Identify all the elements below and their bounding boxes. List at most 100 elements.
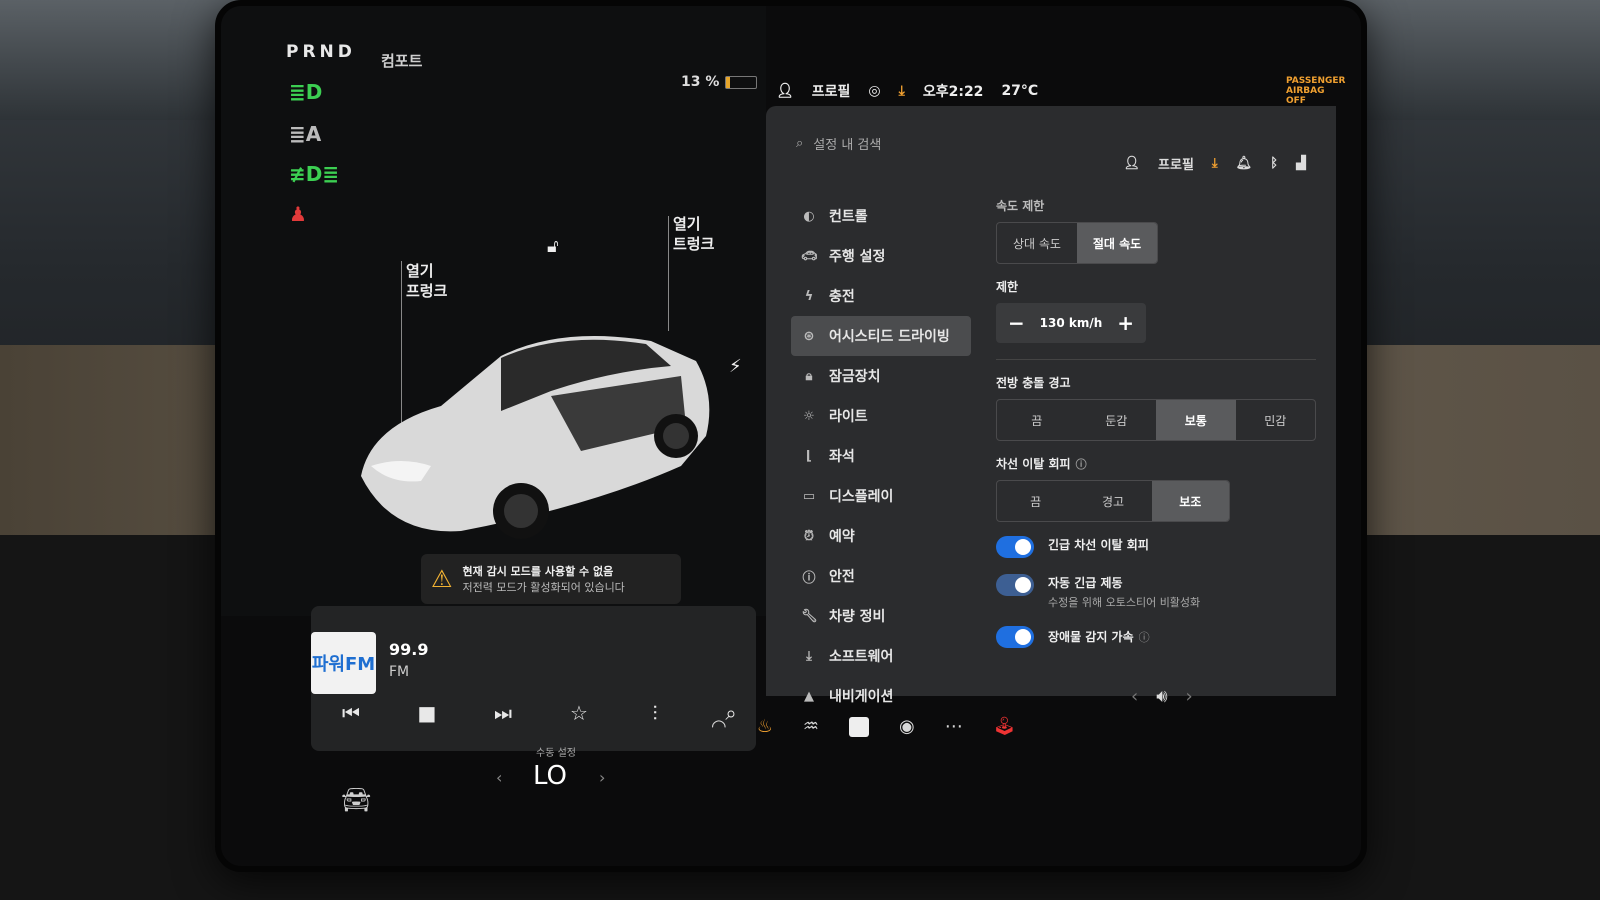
drive-mode[interactable]: 컴포트 bbox=[381, 50, 422, 71]
settings-menu: ◐ 컨트롤 🚗︎ 주행 설정 ϟ 충전 ⊛ 어시스티드 드라이빙 🔒︎ 잠금장치 ☼ 라이트 ⌊ 좌석 ▭ 디… bbox=[791, 196, 971, 716]
bell-icon[interactable]: 🔔︎ bbox=[1236, 156, 1253, 171]
speed-limit-stepper: − 130 km/h + bbox=[996, 303, 1146, 343]
battery-percent: 13 % bbox=[681, 74, 720, 90]
app-icon[interactable] bbox=[849, 716, 869, 737]
settings-menu-label: 라이트 bbox=[829, 409, 868, 425]
fcw-off[interactable]: 끔 bbox=[997, 400, 1077, 440]
fcw-late[interactable]: 둔감 bbox=[1077, 400, 1157, 440]
settings-menu-item[interactable]: ▲ 내비게이션 bbox=[791, 676, 971, 716]
settings-menu-item[interactable]: ☼ 라이트 bbox=[791, 396, 971, 436]
camera-icon[interactable]: ◉ bbox=[899, 716, 915, 737]
settings-panel: ⌕ 설정 내 검색 👤︎ 프로필 ⤓ 🔔︎ ᛒ ▟ ◐ 컨트롤 🚗︎ 주행 설정 ϟ 충전… bbox=[766, 106, 1336, 705]
fcw-early[interactable]: 민감 bbox=[1236, 400, 1316, 440]
charge-port-icon[interactable]: ⚡︎ bbox=[729, 356, 742, 377]
download-icon[interactable]: ⤓ bbox=[1212, 156, 1218, 171]
emergency-lane-toggle[interactable] bbox=[996, 536, 1034, 558]
download-icon: ⤓ bbox=[806, 648, 812, 664]
obstacle-accel-toggle[interactable] bbox=[996, 626, 1034, 648]
settings-menu-item[interactable]: 🚗︎ 주행 설정 bbox=[791, 236, 971, 276]
lane-off[interactable]: 끔 bbox=[997, 481, 1074, 521]
speed-mode-absolute[interactable]: 절대 속도 bbox=[1077, 223, 1157, 263]
wrench-icon: 🔧︎ bbox=[801, 608, 818, 624]
chevron-left-icon[interactable]: ‹ bbox=[496, 768, 502, 787]
sentry-warning: ⚠ 현재 감시 모드를 사용할 수 없음 저전력 모드가 활성화되어 있습니다 bbox=[421, 554, 681, 604]
assisted-driving-content: 속도 제한 상대 속도 절대 속도 제한 − 130 km/h + 전방 충돌 … bbox=[996, 191, 1316, 664]
fcw-medium[interactable]: 보통 bbox=[1156, 400, 1236, 440]
alarm-icon: ⏰︎ bbox=[803, 528, 815, 544]
settings-menu-item[interactable]: ⌊ 좌석 bbox=[791, 436, 971, 476]
sentry-icon[interactable]: ◎ bbox=[868, 83, 880, 99]
settings-menu-label: 어시스티드 드라이빙 bbox=[829, 329, 950, 345]
unlock-icon[interactable]: 🔓︎ bbox=[547, 236, 559, 257]
favorite-star-icon[interactable]: ☆ bbox=[559, 701, 599, 725]
chevron-right-icon[interactable]: › bbox=[599, 768, 605, 787]
equalizer-icon[interactable]: ⫶ bbox=[635, 701, 675, 725]
settings-menu-item[interactable]: 🔒︎ 잠금장치 bbox=[791, 356, 971, 396]
toggle-row-obstacle: 장애물 감지 가속 ⓘ bbox=[996, 626, 1316, 648]
info-icon[interactable]: ⓘ bbox=[1139, 631, 1150, 644]
settings-menu-label: 충전 bbox=[829, 289, 855, 305]
status-bar: 👤︎ 프로필 ◎ ⤓ 오후2:22 27°C PASSENGER AIRBAG … bbox=[766, 76, 1361, 106]
increase-button[interactable]: + bbox=[1117, 311, 1134, 335]
lane-departure-label: 차선 이탈 회피 ⓘ bbox=[996, 455, 1316, 472]
profile-label[interactable]: 프로필 bbox=[812, 81, 851, 101]
trunk-callout-line bbox=[668, 216, 669, 331]
front-defrost-icon[interactable]: ♒︎ bbox=[803, 716, 819, 737]
climate-temperature[interactable]: LO bbox=[533, 761, 567, 791]
lane-warning[interactable]: 경고 bbox=[1074, 481, 1151, 521]
car-icon[interactable]: 🚘︎ bbox=[341, 786, 371, 814]
toggle-icon: ◐ bbox=[803, 208, 815, 224]
next-icon[interactable]: ⏭ bbox=[483, 701, 523, 725]
profile-icon[interactable]: 👤︎ bbox=[1124, 156, 1141, 171]
stop-icon[interactable]: ■ bbox=[407, 701, 447, 725]
search-placeholder: 설정 내 검색 bbox=[813, 138, 882, 153]
settings-menu-item[interactable]: ⓘ 안전 bbox=[791, 556, 971, 596]
media-controls: ⏮ ■ ⏭ ☆ ⫶ ⌕ bbox=[331, 701, 751, 725]
settings-menu-label: 주행 설정 bbox=[829, 249, 886, 265]
chevron-left-icon[interactable]: ‹ bbox=[1131, 686, 1138, 707]
bolt-icon: ϟ bbox=[804, 288, 814, 304]
gear-indicator: PRND bbox=[286, 42, 356, 62]
volume-icon[interactable]: 🔊︎ bbox=[1156, 686, 1167, 707]
previous-icon[interactable]: ⏮ bbox=[331, 701, 371, 725]
settings-menu-item[interactable]: ⤓ 소프트웨어 bbox=[791, 636, 971, 676]
speed-mode-relative[interactable]: 상대 속도 bbox=[997, 223, 1077, 263]
joystick-icon[interactable]: 🕹︎ bbox=[993, 716, 1016, 737]
settings-menu-item[interactable]: ϟ 충전 bbox=[791, 276, 971, 316]
fcw-label: 전방 충돌 경고 bbox=[996, 376, 1071, 390]
settings-menu-label: 예약 bbox=[829, 529, 855, 545]
limit-label: 제한 bbox=[996, 280, 1019, 294]
settings-menu-item[interactable]: ◐ 컨트롤 bbox=[791, 196, 971, 236]
station-band: FM bbox=[389, 664, 410, 680]
settings-menu-label: 디스플레이 bbox=[829, 489, 894, 505]
settings-search[interactable]: ⌕ 설정 내 검색 bbox=[796, 134, 881, 153]
trunk-open-button[interactable]: 열기 트렁크 bbox=[673, 214, 714, 254]
warning-title: 현재 감시 모드를 사용할 수 없음 bbox=[462, 565, 614, 578]
frunk-open-button[interactable]: 열기 프렁크 bbox=[406, 261, 447, 301]
info-icon: ⓘ bbox=[802, 570, 816, 586]
speed-limit-label: 속도 제한 bbox=[996, 199, 1045, 213]
settings-menu-item[interactable]: 🔧︎ 차량 정비 bbox=[791, 596, 971, 636]
airbag-status: PASSENGER AIRBAG OFF bbox=[1286, 76, 1346, 106]
aeb-toggle[interactable] bbox=[996, 574, 1034, 596]
profile-icon[interactable]: 👤︎ bbox=[776, 83, 794, 99]
settings-menu-item[interactable]: ⏰︎ 예약 bbox=[791, 516, 971, 556]
auto-highbeam-icon: ≣A bbox=[289, 122, 322, 146]
toggle-row-aeb: 자동 긴급 제동 수정을 위해 오토스티어 비활성화 bbox=[996, 574, 1316, 610]
settings-menu-item[interactable]: ▭ 디스플레이 bbox=[791, 476, 971, 516]
bluetooth-icon[interactable]: ᛒ bbox=[1270, 156, 1278, 171]
lane-departure-selector: 끔 경고 보조 bbox=[996, 480, 1230, 522]
speed-limit-value: 130 km/h bbox=[1039, 316, 1103, 330]
steering-heat-icon[interactable]: ◠ bbox=[711, 716, 727, 737]
rear-defrost-icon[interactable]: ♨︎ bbox=[757, 716, 773, 737]
decrease-button[interactable]: − bbox=[1008, 311, 1025, 335]
toggle-title: 장애물 감지 가속 bbox=[1048, 630, 1134, 644]
settings-menu-item[interactable]: ⊛ 어시스티드 드라이빙 bbox=[791, 316, 971, 356]
speed-mode-selector: 상대 속도 절대 속도 bbox=[996, 222, 1158, 264]
chevron-right-icon[interactable]: › bbox=[1186, 686, 1193, 707]
settings-profile-label[interactable]: 프로필 bbox=[1158, 154, 1194, 173]
download-icon[interactable]: ⤓ bbox=[899, 83, 905, 99]
more-icon[interactable]: ⋯ bbox=[945, 716, 963, 737]
info-icon[interactable]: ⓘ bbox=[1076, 458, 1087, 471]
lane-assist[interactable]: 보조 bbox=[1151, 481, 1229, 521]
